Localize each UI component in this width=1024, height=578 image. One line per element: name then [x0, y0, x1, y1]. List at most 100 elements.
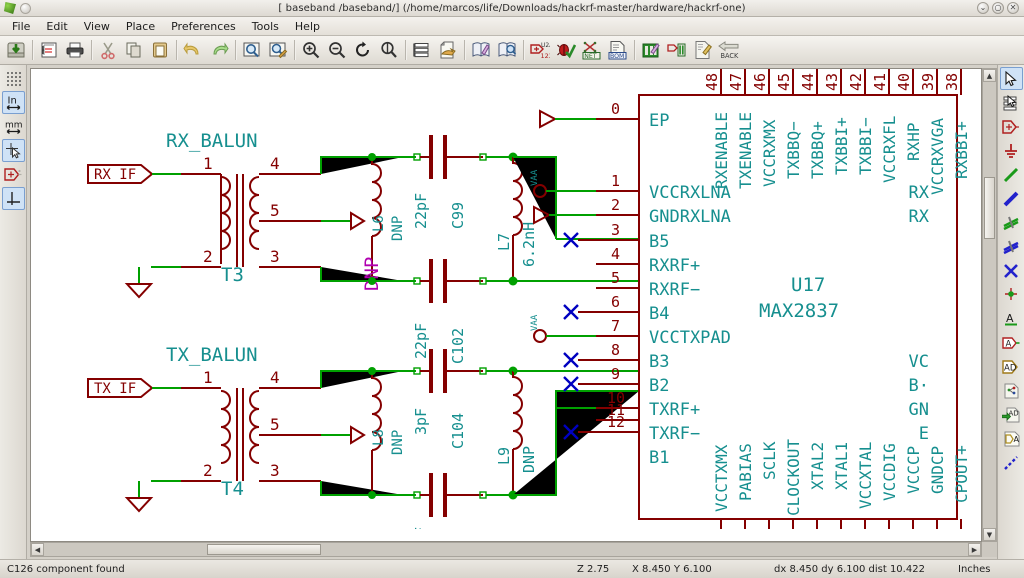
horizontal-scroll-thumb[interactable]	[207, 544, 321, 555]
print-button[interactable]	[62, 38, 88, 63]
menu-place[interactable]: Place	[118, 18, 163, 35]
units-mm-button[interactable]: mm	[2, 115, 25, 138]
back-button[interactable]: BACK	[716, 38, 742, 63]
place-no-connect-tool[interactable]	[1000, 259, 1023, 282]
place-junction-tool[interactable]	[1000, 283, 1023, 306]
place-graphic-line-tool[interactable]	[1000, 451, 1023, 474]
place-bus-to-bus-tool[interactable]	[1000, 235, 1023, 258]
vertical-scrollbar[interactable]: ▲ ▼	[982, 68, 997, 542]
bom-button[interactable]: BOM	[605, 38, 631, 63]
navigate-hierarchy-button[interactable]	[409, 38, 435, 63]
place-bus-tool[interactable]	[1000, 187, 1023, 210]
cut-button[interactable]	[95, 38, 121, 63]
svg-text:3: 3	[270, 461, 280, 480]
scroll-left-button[interactable]: ◀	[31, 543, 44, 556]
place-hier-sheet-tool[interactable]	[1000, 379, 1023, 402]
menu-edit[interactable]: Edit	[38, 18, 75, 35]
inductor-l8[interactable]: L8 DNP	[371, 371, 406, 495]
hidden-pins-button[interactable]	[2, 163, 25, 186]
units-inches-button[interactable]: In	[2, 91, 25, 114]
backanno-button[interactable]	[664, 38, 690, 63]
transformer-t3[interactable]: RX_BALUN T3	[127, 130, 321, 297]
svg-text:TXBBQ+: TXBBQ+	[808, 121, 827, 179]
select-tool[interactable]	[1000, 67, 1023, 90]
place-net-label-tool[interactable]: A	[1000, 307, 1023, 330]
annotate-u123-button[interactable]: U2A 123	[527, 38, 553, 63]
capacitor-c99[interactable]: 22pF C99	[412, 135, 483, 229]
svg-text:In: In	[7, 96, 16, 107]
zoom-in-button[interactable]	[298, 38, 324, 63]
find-button[interactable]	[239, 38, 265, 63]
place-global-label-tool[interactable]: A	[1000, 331, 1023, 354]
page-settings-button[interactable]	[36, 38, 62, 63]
vertical-scroll-thumb[interactable]	[984, 177, 995, 239]
svg-text:VCCCP: VCCCP	[904, 446, 923, 494]
erc-button[interactable]	[553, 38, 579, 63]
netlist-button[interactable]: NET	[579, 38, 605, 63]
svg-text:RXRF−: RXRF−	[649, 280, 700, 300]
undo-button[interactable]	[180, 38, 206, 63]
find-replace-button[interactable]	[265, 38, 291, 63]
place-hier-label-tool[interactable]: AD	[1000, 355, 1023, 378]
cursor-shape-button[interactable]	[2, 139, 25, 162]
scroll-right-button[interactable]: ▶	[968, 543, 981, 556]
svg-text:BACK: BACK	[721, 52, 740, 60]
menu-preferences[interactable]: Preferences	[163, 18, 244, 35]
svg-text:TXBBI+: TXBBI+	[832, 117, 851, 175]
menu-view[interactable]: View	[76, 18, 118, 35]
menubar: File Edit View Place Preferences Tools H…	[0, 17, 1024, 36]
zoom-redraw-button[interactable]	[350, 38, 376, 63]
svg-text:VCCDIG: VCCDIG	[880, 443, 899, 501]
c111-value: 3pF	[412, 527, 430, 529]
rx-if-label[interactable]: RX_IF	[88, 165, 152, 183]
import-hier-pin-tool[interactable]: AD	[1000, 403, 1023, 426]
library-browser-button[interactable]	[494, 38, 520, 63]
highlight-net-tool[interactable]	[1000, 91, 1023, 114]
window-menu-icon[interactable]	[20, 3, 31, 14]
place-power-port-tool[interactable]	[1000, 139, 1023, 162]
svg-text:5: 5	[270, 415, 280, 434]
status-abs-coords: X 8.450 Y 6.100	[632, 564, 712, 575]
tx-if-label[interactable]: TX_IF	[88, 379, 152, 397]
library-editor-button[interactable]	[468, 38, 494, 63]
svg-text:38: 38	[943, 73, 961, 91]
close-button[interactable]: ✕	[1007, 2, 1019, 14]
save-schematic-button[interactable]	[3, 38, 29, 63]
import-footprint-button[interactable]	[690, 38, 716, 63]
svg-text:4: 4	[270, 154, 280, 173]
svg-text:2: 2	[203, 247, 213, 266]
place-sheet-pin-tool[interactable]: A	[1000, 427, 1023, 450]
leave-sheet-button[interactable]	[435, 38, 461, 63]
zoom-fit-button[interactable]	[376, 38, 402, 63]
paste-button[interactable]	[147, 38, 173, 63]
horizontal-scrollbar[interactable]: ◀ ▶	[30, 542, 982, 557]
run-pcbnew-button[interactable]	[638, 38, 664, 63]
capacitor-c104[interactable]: 3pF C104	[412, 349, 483, 449]
svg-text:42: 42	[847, 73, 865, 91]
place-component-tool[interactable]	[1000, 115, 1023, 138]
place-wire-to-bus-tool[interactable]	[1000, 211, 1023, 234]
place-wire-tool[interactable]	[1000, 163, 1023, 186]
hv-orthogonal-button[interactable]	[2, 187, 25, 210]
right-pin-6: E	[919, 424, 929, 444]
schematic-canvas[interactable]: RX_IF RX_BALUN T3	[30, 68, 982, 542]
redo-button[interactable]	[206, 38, 232, 63]
shade-button[interactable]: ⌄	[977, 2, 989, 14]
menu-file[interactable]: File	[4, 18, 38, 35]
copy-button[interactable]	[121, 38, 147, 63]
menu-tools[interactable]: Tools	[244, 18, 287, 35]
scroll-up-button[interactable]: ▲	[983, 69, 996, 82]
inductor-l9[interactable]: L9 DNP	[495, 371, 538, 495]
svg-text:39: 39	[919, 73, 937, 91]
menu-help[interactable]: Help	[287, 18, 328, 35]
toggle-grid-button[interactable]	[2, 67, 25, 90]
svg-text:41: 41	[871, 73, 889, 91]
transformer-t4[interactable]: TX_BALUN T4 1 2	[127, 344, 321, 511]
zoom-out-button[interactable]	[324, 38, 350, 63]
capacitor-c102[interactable]: 22pF C102	[412, 259, 483, 364]
capacitor-c111[interactable]: 3pF C111	[412, 473, 483, 529]
minimize-button[interactable]: ○	[992, 2, 1004, 14]
svg-text:1: 1	[203, 368, 213, 387]
scroll-down-button[interactable]: ▼	[983, 528, 996, 541]
svg-text:mm: mm	[5, 121, 23, 131]
